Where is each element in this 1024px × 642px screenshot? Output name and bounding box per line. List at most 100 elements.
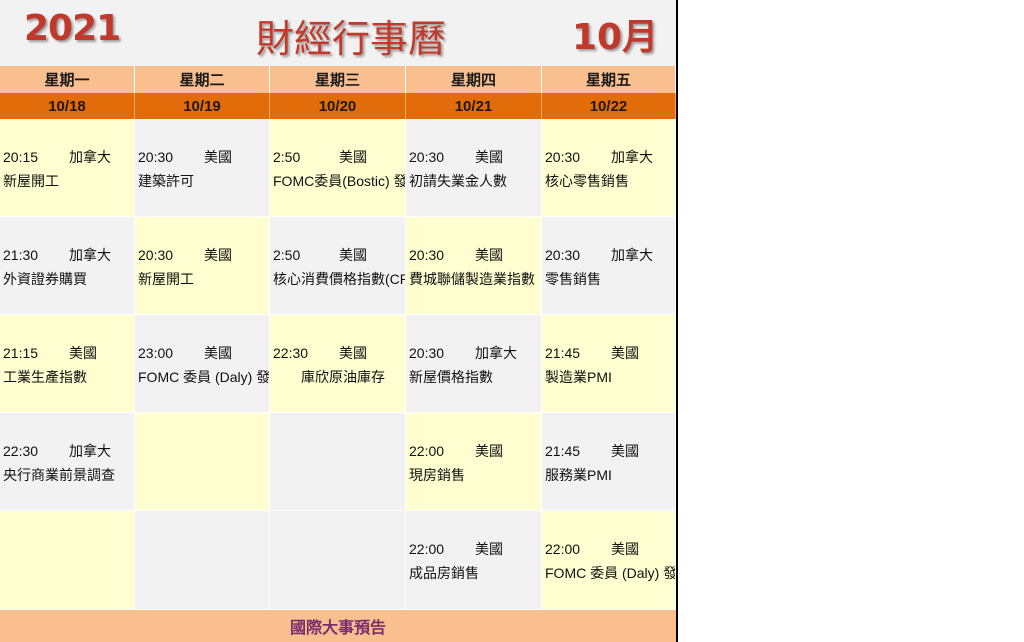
event-cell (270, 413, 406, 511)
event-time-country: 2:50 美國 (273, 147, 405, 167)
event-name: 成品房銷售 (409, 565, 479, 581)
event-name: 新屋開工 (138, 271, 194, 287)
event-name: 外資證券購買 (3, 271, 87, 287)
event-name: 服務業PMI (545, 467, 612, 483)
event-cell: 20:30 美國 初請失業金人數 (406, 119, 542, 217)
event-cell: 20:30 美國 建築許可 (135, 119, 270, 217)
event-time: 21:30 (3, 247, 39, 263)
event-country: 美國 (339, 345, 367, 361)
footer-banner: 國際大事預告 (0, 610, 676, 642)
weekday-header-row: 星期一 星期二 星期三 星期四 星期五 (0, 66, 676, 93)
event-name: 新屋價格指數 (409, 369, 493, 385)
date-header: 10/18 (0, 93, 135, 119)
event-time: 22:30 (273, 345, 309, 361)
event-time-country: 20:30 美國 (138, 147, 269, 167)
event-time: 20:30 (409, 345, 445, 361)
event-time-country: 20:30 加拿大 (545, 245, 675, 265)
sheet-right-border (676, 0, 678, 642)
event-time-country: 21:30 加拿大 (3, 245, 134, 265)
event-cell: 21:45 美國 製造業PMI (542, 315, 676, 413)
event-time-country: 22:00 美國 (545, 539, 675, 559)
event-name: 新屋開工 (3, 173, 59, 189)
event-name: 費城聯儲製造業指數 (409, 271, 535, 287)
date-header: 10/21 (406, 93, 542, 119)
event-country: 美國 (475, 247, 503, 263)
event-country: 美國 (204, 345, 232, 361)
event-country: 加拿大 (611, 247, 653, 263)
event-name: FOMC 委員 (Daly) 發言 (138, 369, 270, 385)
event-cell: 21:15 美國工業生產指數 (0, 315, 135, 413)
event-country: 美國 (611, 541, 639, 557)
event-cell: 2:50 美國 FOMC委員(Bostic) 發言 (270, 119, 406, 217)
calendar-sheet: 2021 財經行事曆 10月 星期一 星期二 星期三 星期四 星期五 10/18 10/1… (0, 0, 676, 642)
event-time-country: 20:30 美國 (138, 245, 269, 265)
event-cell: 20:30 美國 新屋開工 (135, 217, 270, 315)
weekday-header: 星期三 (270, 66, 406, 93)
event-cell: 20:15 加拿大新屋開工 (0, 119, 135, 217)
event-cell: 22:00 美國成品房銷售 (406, 511, 542, 610)
event-country: 加拿大 (69, 247, 111, 263)
event-time: 21:45 (545, 345, 581, 361)
event-time: 21:45 (545, 443, 581, 459)
year-label: 2021 (24, 8, 121, 49)
event-cell: 23:00 美國 FOMC 委員 (Daly) 發言 (135, 315, 270, 413)
month-label: 10月 (572, 17, 659, 58)
event-time-country: 2:50 美國 (273, 245, 405, 265)
event-cell: 21:30 加拿大外資證券購買 (0, 217, 135, 315)
event-name: 現房銷售 (409, 467, 465, 483)
event-name: 央行商業前景調查 (3, 467, 115, 483)
event-cell (135, 511, 270, 610)
event-time-country: 20:15 加拿大 (3, 147, 134, 167)
event-cell (270, 511, 406, 610)
event-time: 22:00 (409, 443, 445, 459)
event-country: 加拿大 (69, 443, 111, 459)
event-time-country: 22:30 加拿大 (3, 441, 134, 461)
event-name: FOMC 委員 (Daly) 發言 (545, 565, 676, 581)
event-time: 22:00 (409, 541, 445, 557)
event-country: 美國 (475, 443, 503, 459)
event-time: 20:30 (545, 247, 581, 263)
event-time-country: 22:00 美國 (409, 441, 541, 461)
event-country: 美國 (475, 541, 503, 557)
event-time: 22:00 (545, 541, 581, 557)
event-cell: 20:30 加拿大 零售銷售 (542, 217, 676, 315)
event-country: 美國 (475, 149, 503, 165)
event-country: 加拿大 (611, 149, 653, 165)
event-time: 20:15 (3, 149, 39, 165)
event-cell: 22:00 美國 現房銷售 (406, 413, 542, 511)
event-cell: 20:30 加拿大核心零售銷售 (542, 119, 676, 217)
weekday-header: 星期二 (135, 66, 270, 93)
event-country: 美國 (204, 247, 232, 263)
event-cell: 22:30 美國 庫欣原油庫存 (270, 315, 406, 413)
event-time: 20:30 (409, 247, 445, 263)
event-country: 美國 (339, 247, 367, 263)
event-time: 20:30 (138, 247, 174, 263)
event-time-country: 22:00 美國 (409, 539, 541, 559)
weekday-header: 星期一 (0, 66, 135, 93)
event-time-country: 23:00 美國 (138, 343, 269, 363)
event-time-country: 21:15 美國 (3, 343, 134, 363)
event-time-country: 20:30 加拿大 (545, 147, 675, 167)
event-name: 工業生產指數 (3, 369, 87, 385)
event-name: 核心零售銷售 (545, 173, 629, 189)
date-header: 10/20 (270, 93, 406, 119)
calendar-title: 財經行事曆 (256, 17, 447, 61)
event-time-country: 20:30 加拿大 (409, 343, 541, 363)
event-cell: 20:30 加拿大新屋價格指數 (406, 315, 542, 413)
date-header: 10/19 (135, 93, 270, 119)
weekday-header: 星期五 (542, 66, 676, 93)
event-name: 核心消費價格指數(CPI) (273, 271, 406, 287)
event-cell: 20:30 美國費城聯儲製造業指數 (406, 217, 542, 315)
event-time-country: 20:30 美國 (409, 245, 541, 265)
event-name: FOMC委員(Bostic) 發言 (273, 173, 405, 189)
weekday-header: 星期四 (406, 66, 542, 93)
event-cell: 2:50 美國核心消費價格指數(CPI) (270, 217, 406, 315)
event-country: 加拿大 (475, 345, 517, 361)
event-country: 美國 (69, 345, 97, 361)
date-header-row: 10/18 10/19 10/20 10/21 10/22 (0, 93, 676, 119)
event-name: 零售銷售 (545, 271, 601, 287)
event-time: 23:00 (138, 345, 174, 361)
event-cell: 22:00 美國 FOMC 委員 (Daly) 發言 (542, 511, 676, 610)
event-country: 美國 (611, 443, 639, 459)
event-time: 2:50 (273, 247, 301, 263)
